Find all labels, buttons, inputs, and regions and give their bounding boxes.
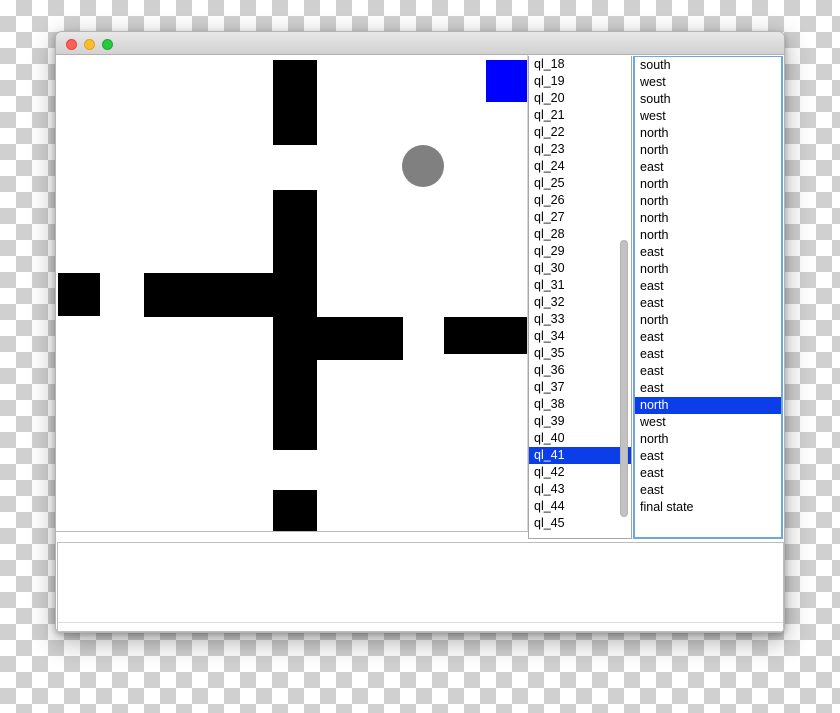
q-state-list-item[interactable]: ql_43 — [529, 481, 631, 498]
action-list-item[interactable]: east — [635, 363, 781, 380]
action-list-item[interactable]: north — [635, 397, 781, 414]
action-list-item[interactable]: north — [635, 125, 781, 142]
action-list-item[interactable]: north — [635, 193, 781, 210]
q-state-list-item[interactable]: ql_39 — [529, 413, 631, 430]
action-list-item[interactable]: east — [635, 380, 781, 397]
q-states-list-items: ql_18 ql_19 ql_20 ql_21 ql_22 ql_23 ql_24 ql_25… — [529, 56, 631, 532]
maze-wall — [317, 317, 403, 360]
window-content: ql_18 ql_19 ql_20 ql_21 ql_22 ql_23 ql_24 ql_25… — [56, 55, 784, 632]
action-list-item[interactable]: north — [635, 227, 781, 244]
q-state-list-item[interactable]: ql_18 — [529, 56, 631, 73]
q-state-list-item[interactable]: ql_34 — [529, 328, 631, 345]
maze-canvas[interactable] — [56, 55, 528, 532]
maximize-button[interactable] — [102, 39, 113, 50]
action-list-item[interactable]: east — [635, 465, 781, 482]
app-window: ql_18 ql_19 ql_20 ql_21 ql_22 ql_23 ql_24 ql_25… — [55, 31, 785, 633]
q-state-list-item[interactable]: ql_36 — [529, 362, 631, 379]
minimize-button[interactable] — [84, 39, 95, 50]
q-state-list-item[interactable]: ql_26 — [529, 192, 631, 209]
action-list-item[interactable]: west — [635, 108, 781, 125]
maze-wall — [273, 60, 317, 145]
q-state-list-item[interactable]: ql_33 — [529, 311, 631, 328]
action-list-item[interactable]: east — [635, 329, 781, 346]
bottom-status-panel — [57, 542, 784, 632]
action-list-item[interactable]: east — [635, 295, 781, 312]
action-list-item[interactable]: south — [635, 57, 781, 74]
q-state-list-item[interactable]: ql_37 — [529, 379, 631, 396]
q-state-list-item[interactable]: ql_41 — [529, 447, 631, 464]
q-state-list-item[interactable]: ql_38 — [529, 396, 631, 413]
action-list-item[interactable]: east — [635, 448, 781, 465]
action-list-item[interactable]: north — [635, 431, 781, 448]
actions-list[interactable]: south west south west north north east north nor… — [633, 56, 783, 539]
maze-wall — [58, 273, 100, 316]
window-titlebar[interactable] — [56, 32, 784, 55]
q-state-list-item[interactable]: ql_32 — [529, 294, 631, 311]
q-state-list-item[interactable]: ql_40 — [529, 430, 631, 447]
action-list-item[interactable]: west — [635, 414, 781, 431]
maze-agent — [402, 145, 444, 187]
q-state-list-item[interactable]: ql_19 — [529, 73, 631, 90]
q-state-list-item[interactable]: ql_23 — [529, 141, 631, 158]
q-state-list-item[interactable]: ql_22 — [529, 124, 631, 141]
action-list-item[interactable]: north — [635, 312, 781, 329]
bottom-status-text — [58, 543, 783, 623]
q-states-scrollbar-thumb[interactable] — [620, 239, 628, 517]
q-state-list-item[interactable]: ql_28 — [529, 226, 631, 243]
q-state-list-item[interactable]: ql_20 — [529, 90, 631, 107]
q-states-list[interactable]: ql_18 ql_19 ql_20 ql_21 ql_22 ql_23 ql_24 ql_25… — [528, 56, 632, 539]
q-state-list-item[interactable]: ql_27 — [529, 209, 631, 226]
q-state-list-item[interactable]: ql_30 — [529, 260, 631, 277]
maze-wall — [273, 490, 317, 531]
q-state-list-item[interactable]: ql_42 — [529, 464, 631, 481]
q-state-list-item[interactable]: ql_35 — [529, 345, 631, 362]
action-list-item[interactable]: north — [635, 176, 781, 193]
action-list-item[interactable]: east — [635, 278, 781, 295]
actions-list-items: south west south west north north east north nor… — [635, 57, 781, 516]
q-state-list-item[interactable]: ql_29 — [529, 243, 631, 260]
action-list-item[interactable]: north — [635, 142, 781, 159]
q-states-scrollbar[interactable] — [619, 58, 629, 536]
action-list-item[interactable]: west — [635, 74, 781, 91]
action-list-item[interactable]: south — [635, 91, 781, 108]
action-list-item[interactable]: north — [635, 261, 781, 278]
action-list-item[interactable]: east — [635, 482, 781, 499]
maze-wall — [444, 317, 527, 354]
action-list-item[interactable]: east — [635, 159, 781, 176]
q-state-list-item[interactable]: ql_24 — [529, 158, 631, 175]
action-list-item[interactable]: north — [635, 210, 781, 227]
q-state-list-item[interactable]: ql_45 — [529, 515, 631, 532]
maze-wall — [273, 190, 317, 450]
q-state-list-item[interactable]: ql_21 — [529, 107, 631, 124]
action-list-item[interactable]: east — [635, 346, 781, 363]
q-state-list-item[interactable]: ql_44 — [529, 498, 631, 515]
q-state-list-item[interactable]: ql_25 — [529, 175, 631, 192]
action-list-item[interactable]: final state — [635, 499, 781, 516]
action-list-item[interactable]: east — [635, 244, 781, 261]
q-state-list-item[interactable]: ql_31 — [529, 277, 631, 294]
close-button[interactable] — [66, 39, 77, 50]
maze-goal — [486, 60, 527, 102]
